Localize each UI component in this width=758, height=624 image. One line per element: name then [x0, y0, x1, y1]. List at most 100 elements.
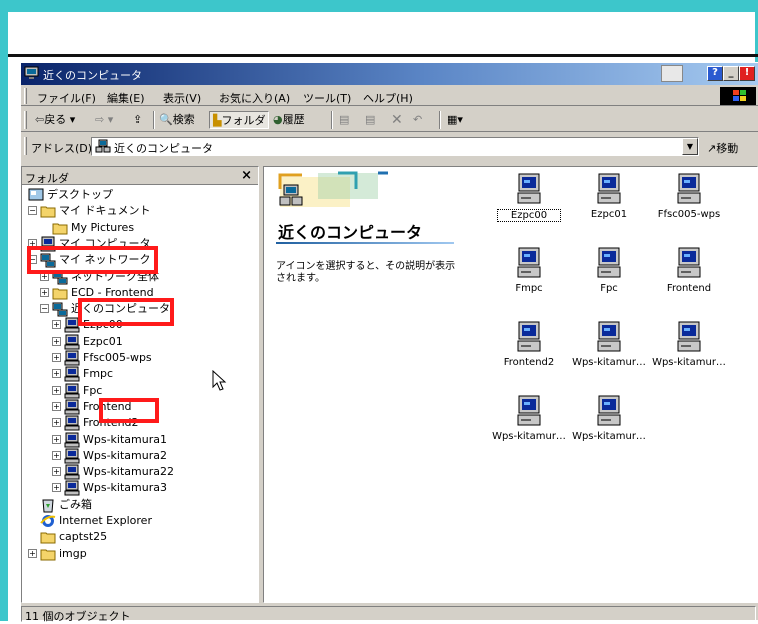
- expand-toggle-icon[interactable]: +: [52, 320, 61, 330]
- computer-icon: [64, 366, 80, 382]
- tree-item[interactable]: + Wps-kitamura1: [22, 432, 258, 448]
- computer-item-label: Fpc: [600, 283, 618, 294]
- computer-item[interactable]: Ezpc01: [569, 173, 649, 231]
- tree-item[interactable]: ごみ箱: [22, 497, 258, 513]
- contents-pane: 近くのコンピュータ アイコンを選択すると、その説明が表示されます。 Ezpc00…: [263, 166, 758, 603]
- address-dropdown-button[interactable]: ▼: [682, 138, 698, 155]
- go-arrow-icon: ↗: [707, 142, 717, 155]
- computer-icon: [64, 350, 80, 366]
- computer-icon: [597, 321, 621, 352]
- windows-flag-icon: [661, 65, 683, 82]
- tree-item[interactable]: + imgp: [22, 546, 258, 562]
- folders-pane-close-button[interactable]: ×: [241, 168, 252, 183]
- expand-toggle-icon[interactable]: +: [52, 450, 61, 460]
- expand-toggle-icon[interactable]: −: [28, 206, 37, 216]
- computer-item[interactable]: Ffsc005-wps: [649, 173, 729, 231]
- delete-button[interactable]: ✕: [391, 111, 403, 129]
- computer-item-label: Ffsc005-wps: [657, 209, 721, 220]
- expand-toggle-icon[interactable]: +: [52, 401, 61, 411]
- tree-item-label: Fmpc: [83, 367, 114, 381]
- tree-item[interactable]: captst25: [22, 529, 258, 545]
- copy-to-icon: ▤: [365, 113, 376, 126]
- expand-toggle-icon[interactable]: −: [40, 304, 49, 314]
- tree-item-label: Wps-kitamura3: [83, 481, 167, 495]
- tree-item[interactable]: My Pictures: [22, 220, 258, 236]
- expand-toggle-icon[interactable]: +: [52, 434, 61, 444]
- computer-item[interactable]: Ezpc00: [489, 173, 569, 231]
- computer-item[interactable]: Wps-kitamur…: [489, 395, 569, 453]
- tree-item-label: Fpc: [83, 383, 103, 397]
- go-button[interactable]: ↗移動: [707, 140, 738, 156]
- views-button[interactable]: ▦▾: [447, 111, 463, 129]
- minimize-button[interactable]: _: [723, 66, 739, 81]
- search-button[interactable]: 🔍検索: [159, 111, 195, 129]
- up-folder-button[interactable]: ⇪: [133, 111, 142, 129]
- tree-item[interactable]: + Wps-kitamura3: [22, 480, 258, 496]
- menu-grip: [24, 88, 27, 104]
- tree-item-label: マイ ドキュメント: [59, 204, 151, 218]
- menu-edit[interactable]: 編集(E): [107, 90, 145, 106]
- address-label: アドレス(D): [31, 142, 93, 155]
- expand-toggle-icon[interactable]: +: [28, 548, 37, 558]
- menu-help[interactable]: ヘルプ(H): [363, 90, 413, 106]
- highlight-my-network: [27, 246, 158, 274]
- views-icon: ▦: [447, 113, 458, 126]
- expand-toggle-icon[interactable]: +: [52, 467, 61, 477]
- tree-item[interactable]: + Ezpc01: [22, 334, 258, 350]
- expand-toggle-icon[interactable]: +: [52, 385, 61, 395]
- expand-toggle-icon[interactable]: +: [52, 336, 61, 346]
- computer-icon: [64, 415, 80, 431]
- move-to-button[interactable]: ▤: [339, 111, 349, 129]
- computer-icon: [597, 247, 621, 278]
- window-title: 近くのコンピュータ: [43, 69, 142, 82]
- forward-button[interactable]: ⇨ ▾: [95, 111, 113, 129]
- computer-item[interactable]: Fpc: [569, 247, 649, 305]
- computer-item[interactable]: Wps-kitamur…: [569, 321, 649, 379]
- highlight-frontend: [99, 398, 159, 423]
- menu-view[interactable]: 表示(V): [163, 90, 201, 106]
- computer-item-label: Wps-kitamur…: [572, 431, 646, 442]
- menu-tools[interactable]: ツール(T): [303, 90, 351, 106]
- menu-favorites[interactable]: お気に入り(A): [219, 90, 290, 106]
- back-button[interactable]: ⇦戻る ▾: [35, 111, 75, 129]
- toolbar-grip: [24, 111, 27, 129]
- title-bar[interactable]: 近くのコンピュータ ? _ !: [21, 63, 758, 85]
- computer-item[interactable]: Frontend2: [489, 321, 569, 379]
- expand-toggle-icon[interactable]: +: [52, 418, 61, 428]
- expand-toggle-icon[interactable]: +: [40, 287, 49, 297]
- windows-logo-icon: [720, 87, 756, 105]
- expand-toggle-icon[interactable]: +: [52, 483, 61, 493]
- tree-item-label: Wps-kitamura1: [83, 432, 167, 446]
- close-button[interactable]: !: [739, 66, 755, 81]
- computer-icon: [64, 383, 80, 399]
- tree-item[interactable]: + Wps-kitamura22: [22, 464, 258, 480]
- computer-icon: [517, 173, 541, 204]
- expand-toggle-icon[interactable]: +: [52, 369, 61, 379]
- computer-item-label: Ezpc00: [497, 209, 561, 222]
- computer-icon: [597, 395, 621, 426]
- undo-button[interactable]: ↶: [413, 111, 422, 129]
- expand-toggle-icon[interactable]: +: [52, 353, 61, 362]
- tree-item[interactable]: Internet Explorer: [22, 513, 258, 529]
- computer-item[interactable]: Wps-kitamur…: [569, 395, 649, 453]
- menu-file[interactable]: ファイル(F): [37, 90, 96, 106]
- computer-item[interactable]: Wps-kitamur…: [649, 321, 729, 379]
- computer-item-label: Wps-kitamur…: [492, 431, 566, 442]
- computer-item[interactable]: Fmpc: [489, 247, 569, 305]
- computer-item-label: Frontend: [666, 283, 712, 294]
- folders-button[interactable]: ▙フォルダ: [209, 111, 270, 129]
- computer-item-label: Wps-kitamur…: [572, 357, 646, 368]
- desktop-icon: [28, 187, 44, 203]
- tree-item[interactable]: − マイ ドキュメント: [22, 203, 258, 219]
- copy-to-button[interactable]: ▤: [365, 111, 375, 129]
- tree-item[interactable]: + Ffsc005-wps: [22, 350, 258, 366]
- address-field[interactable]: 近くのコンピュータ ▼: [91, 137, 699, 156]
- tree-item[interactable]: + Wps-kitamura2: [22, 448, 258, 464]
- status-text: 11 個のオブジェクト: [25, 610, 131, 623]
- history-button[interactable]: ◕履歴: [273, 111, 305, 129]
- help-button[interactable]: ?: [707, 66, 723, 81]
- computer-item[interactable]: Frontend: [649, 247, 729, 305]
- computer-icon: [517, 395, 541, 426]
- tree-item[interactable]: デスクトップ: [22, 187, 258, 203]
- computer-icon: [677, 247, 701, 278]
